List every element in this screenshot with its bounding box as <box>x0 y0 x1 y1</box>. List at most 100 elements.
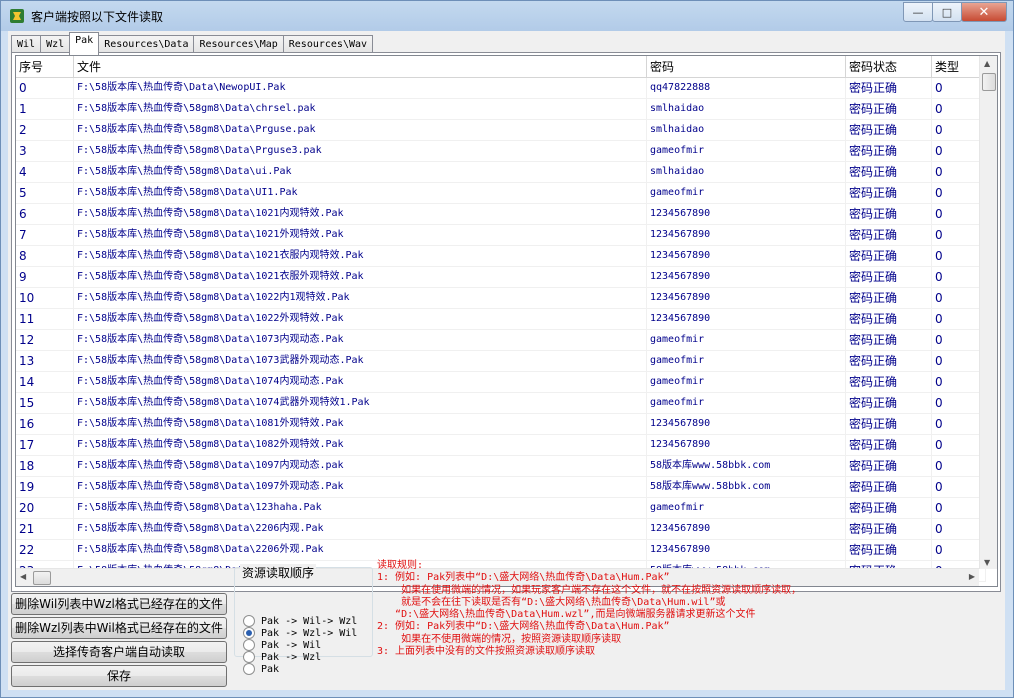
row-password: 1234567890 <box>647 309 846 329</box>
horizontal-scroll-thumb[interactable] <box>33 571 51 585</box>
row-password-status: 密码正确 <box>846 246 932 266</box>
delete-wil-dupes-in-wzl-button[interactable]: 删除Wzl列表中Wil格式已经存在的文件 <box>11 617 227 639</box>
order-option-3[interactable]: Pak -> Wil <box>243 639 321 651</box>
window-controls: — □ ✕ <box>903 2 1007 22</box>
maximize-button[interactable]: □ <box>932 2 962 22</box>
column-header-index[interactable]: 序号 <box>16 56 74 77</box>
delete-wzl-dupes-in-wil-button[interactable]: 删除Wil列表中Wzl格式已经存在的文件 <box>11 593 227 615</box>
order-option-5[interactable]: Pak <box>243 663 279 675</box>
table-row[interactable]: 22 F:\58版本库\热血传奇\58gm8\Data\2206外观.Pak 123… <box>16 540 986 561</box>
title-bar[interactable]: 客户端按照以下文件读取 — □ ✕ <box>1 1 1013 31</box>
row-password-status: 密码正确 <box>846 267 932 287</box>
table-row[interactable]: 7 F:\58版本库\热血传奇\58gm8\Data\1021外观特效.Pak 12… <box>16 225 986 246</box>
file-list[interactable]: 序号 文件 密码 密码状态 类型 0 F:\58版本库\热血传奇\Data\New… <box>15 55 998 587</box>
table-row[interactable]: 8 F:\58版本库\热血传奇\58gm8\Data\1021衣服内观特效.Pak… <box>16 246 986 267</box>
table-row[interactable]: 9 F:\58版本库\热血传奇\58gm8\Data\1021衣服外观特效.Pak… <box>16 267 986 288</box>
row-index: 10 <box>16 288 74 308</box>
table-row[interactable]: 20 F:\58版本库\热血传奇\58gm8\Data\123haha.Pak ga… <box>16 498 986 519</box>
row-file: F:\58版本库\热血传奇\58gm8\Data\1021内观特效.Pak <box>74 204 647 224</box>
row-index: 1 <box>16 99 74 119</box>
column-header-password[interactable]: 密码 <box>647 56 846 77</box>
table-row[interactable]: 4 F:\58版本库\热血传奇\58gm8\Data\ui.Pak smlhaida… <box>16 162 986 183</box>
row-type: 0 <box>932 435 986 455</box>
row-type: 0 <box>932 267 986 287</box>
order-option-2[interactable]: Pak -> Wzl-> Wil <box>243 627 357 639</box>
row-password: 1234567890 <box>647 435 846 455</box>
vertical-scrollbar[interactable]: ▲ ▼ <box>979 56 997 569</box>
row-index: 7 <box>16 225 74 245</box>
row-password-status: 密码正确 <box>846 477 932 497</box>
row-password-status: 密码正确 <box>846 372 932 392</box>
column-header-password-status[interactable]: 密码状态 <box>846 56 932 77</box>
row-file: F:\58版本库\热血传奇\58gm8\Data\UI1.Pak <box>74 183 647 203</box>
vertical-scroll-thumb[interactable] <box>982 73 996 91</box>
radio-selected-icon[interactable] <box>243 627 255 639</box>
table-row[interactable]: 1 F:\58版本库\热血传奇\58gm8\Data\chrsel.pak smlh… <box>16 99 986 120</box>
row-type: 0 <box>932 477 986 497</box>
table-row[interactable]: 12 F:\58版本库\热血传奇\58gm8\Data\1073内观动态.Pak g… <box>16 330 986 351</box>
column-header-type[interactable]: 类型 <box>932 56 986 77</box>
row-password-status: 密码正确 <box>846 120 932 140</box>
table-row[interactable]: 3 F:\58版本库\热血传奇\58gm8\Data\Prguse3.pak gam… <box>16 141 986 162</box>
row-index: 19 <box>16 477 74 497</box>
row-password: gameofmir <box>647 498 846 518</box>
row-file: F:\58版本库\热血传奇\58gm8\Data\1073内观动态.Pak <box>74 330 647 350</box>
scroll-up-icon[interactable]: ▲ <box>984 59 990 68</box>
table-row[interactable]: 17 F:\58版本库\热血传奇\58gm8\Data\1082外观特效.Pak 1… <box>16 435 986 456</box>
row-password: gameofmir <box>647 183 846 203</box>
table-row[interactable]: 11 F:\58版本库\热血传奇\58gm8\Data\1022外观特效.Pak 1… <box>16 309 986 330</box>
tab-pak[interactable]: Pak <box>69 32 100 55</box>
column-header-file[interactable]: 文件 <box>74 56 647 77</box>
row-index: 15 <box>16 393 74 413</box>
list-header: 序号 文件 密码 密码状态 类型 <box>16 56 986 78</box>
row-password-status: 密码正确 <box>846 519 932 539</box>
row-password: 1234567890 <box>647 225 846 245</box>
table-row[interactable]: 0 F:\58版本库\热血传奇\Data\NewopUI.Pak qq4782288… <box>16 78 986 99</box>
select-client-button[interactable]: 选择传奇客户端自动读取 <box>11 641 227 663</box>
table-row[interactable]: 6 F:\58版本库\热血传奇\58gm8\Data\1021内观特效.Pak 12… <box>16 204 986 225</box>
row-password-status: 密码正确 <box>846 141 932 161</box>
radio-icon[interactable] <box>243 615 255 627</box>
row-type: 0 <box>932 351 986 371</box>
row-password-status: 密码正确 <box>846 351 932 371</box>
row-type: 0 <box>932 162 986 182</box>
scroll-right-icon[interactable]: ▶ <box>969 572 975 581</box>
table-row[interactable]: 10 F:\58版本库\热血传奇\58gm8\Data\1022内1观特效.Pak… <box>16 288 986 309</box>
row-file: F:\58版本库\热血传奇\58gm8\Data\1097内观动态.pak <box>74 456 647 476</box>
table-row[interactable]: 14 F:\58版本库\热血传奇\58gm8\Data\1074内观动态.Pak g… <box>16 372 986 393</box>
row-index: 11 <box>16 309 74 329</box>
row-password: 1234567890 <box>647 267 846 287</box>
table-row[interactable]: 16 F:\58版本库\热血传奇\58gm8\Data\1081外观特效.Pak 1… <box>16 414 986 435</box>
row-file: F:\58版本库\热血传奇\58gm8\Data\1073武器外观动态.Pak <box>74 351 647 371</box>
row-password-status: 密码正确 <box>846 225 932 245</box>
row-password: smlhaidao <box>647 99 846 119</box>
radio-icon[interactable] <box>243 663 255 675</box>
table-row[interactable]: 2 F:\58版本库\热血传奇\58gm8\Data\Prguse.pak smlh… <box>16 120 986 141</box>
scroll-down-icon[interactable]: ▼ <box>984 558 990 567</box>
table-row[interactable]: 18 F:\58版本库\热血传奇\58gm8\Data\1097内观动态.pak 5… <box>16 456 986 477</box>
row-file: F:\58版本库\热血传奇\58gm8\Data\1081外观特效.Pak <box>74 414 647 434</box>
scroll-left-icon[interactable]: ◀ <box>20 572 26 581</box>
table-row[interactable]: 13 F:\58版本库\热血传奇\58gm8\Data\1073武器外观动态.Pa… <box>16 351 986 372</box>
row-type: 0 <box>932 393 986 413</box>
row-file: F:\58版本库\热血传奇\58gm8\Data\1097外观动态.Pak <box>74 477 647 497</box>
radio-icon[interactable] <box>243 651 255 663</box>
close-button[interactable]: ✕ <box>961 2 1007 22</box>
table-row[interactable]: 5 F:\58版本库\热血传奇\58gm8\Data\UI1.Pak gameofm… <box>16 183 986 204</box>
order-option-4[interactable]: Pak -> Wzl <box>243 651 321 663</box>
table-row[interactable]: 19 F:\58版本库\热血传奇\58gm8\Data\1097外观动态.Pak 5… <box>16 477 986 498</box>
tab-strip: Wil Wzl Pak Resources\Data Resources\Map… <box>11 32 374 55</box>
row-password-status: 密码正确 <box>846 498 932 518</box>
save-button[interactable]: 保存 <box>11 665 227 687</box>
table-row[interactable]: 15 F:\58版本库\热血传奇\58gm8\Data\1074武器外观特效1.P… <box>16 393 986 414</box>
row-file: F:\58版本库\热血传奇\58gm8\Data\1074武器外观特效1.Pak <box>74 393 647 413</box>
minimize-button[interactable]: — <box>903 2 933 22</box>
row-password-status: 密码正确 <box>846 309 932 329</box>
table-row[interactable]: 21 F:\58版本库\热血传奇\58gm8\Data\2206内观.Pak 123… <box>16 519 986 540</box>
row-file: F:\58版本库\热血传奇\58gm8\Data\1021外观特效.Pak <box>74 225 647 245</box>
row-password: qq47822888 <box>647 78 846 98</box>
row-file: F:\58版本库\热血传奇\Data\NewopUI.Pak <box>74 78 647 98</box>
row-type: 0 <box>932 309 986 329</box>
radio-icon[interactable] <box>243 639 255 651</box>
order-option-1[interactable]: Pak -> Wil-> Wzl <box>243 615 357 627</box>
